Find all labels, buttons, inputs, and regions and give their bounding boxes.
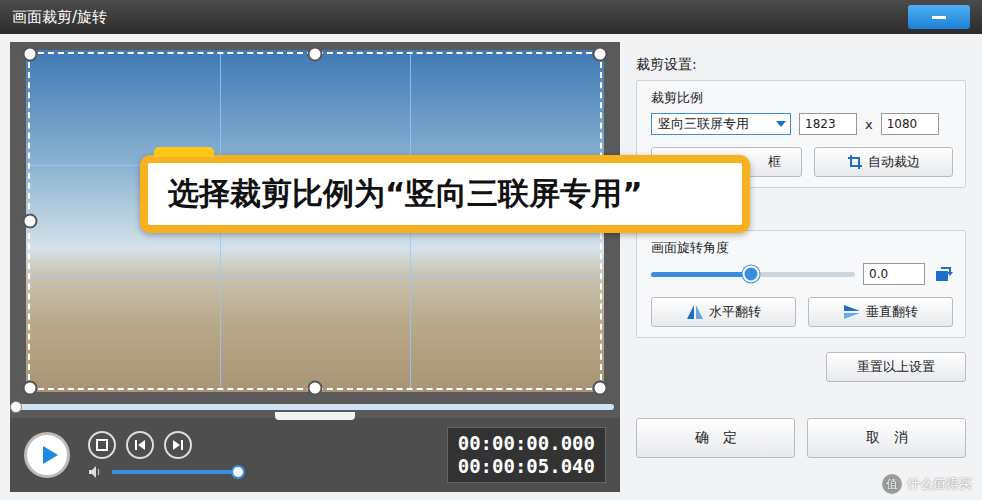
watermark: 值什么值得买 — [882, 474, 972, 494]
crop-handle[interactable] — [23, 214, 38, 229]
collapse-tab[interactable] — [275, 412, 355, 420]
volume-thumb[interactable] — [231, 465, 245, 479]
callout-text: 选择裁剪比例为“竖向三联屏专用” — [148, 163, 742, 225]
timeline-thumb[interactable] — [10, 401, 22, 413]
rotation-slider[interactable] — [651, 272, 855, 277]
crop-handle[interactable] — [593, 381, 608, 396]
cancel-button[interactable]: 取 消 — [807, 418, 966, 458]
button-label: 框 — [768, 153, 781, 171]
auto-crop-icon — [847, 154, 863, 170]
settings-panel: 裁剪设置: 裁剪比例竖向三联屏专用 1823 x 1080 框 自动裁边画面旋转角度 0.0 水… — [628, 42, 974, 492]
rotation-group: 画面旋转角度 0.0 水平翻转 垂直翻转 — [636, 230, 966, 338]
rotation-fill — [651, 272, 751, 277]
rotation-label: 画面旋转角度 — [651, 239, 953, 257]
total-time: 00:00:05.040 — [458, 455, 595, 478]
previous-frame-button[interactable] — [126, 431, 154, 459]
button-label: 水平翻转 — [709, 303, 761, 321]
crop-handle[interactable] — [593, 47, 608, 62]
minimize-icon — [932, 16, 946, 19]
next-frame-button[interactable] — [164, 431, 192, 459]
previous-icon — [133, 438, 147, 452]
speaker-icon — [88, 465, 104, 479]
reset-button[interactable]: 重置以上设置 — [826, 352, 966, 382]
minimize-button[interactable] — [908, 5, 970, 29]
play-icon — [37, 443, 61, 467]
dialog-body: 00:00:00.00000:00:05.040 裁剪设置: 裁剪比例竖向三联屏专用… — [0, 34, 982, 500]
auto-crop-button[interactable]: 自动裁边 — [814, 147, 953, 177]
rotate-button[interactable] — [933, 265, 953, 283]
crop-rotate-dialog: 画面裁剪/旋转 00:00:00.00000:00:05.040 裁剪设置: 裁剪比例… — [0, 0, 982, 500]
timeline[interactable] — [10, 400, 620, 418]
horizontal-flip-icon — [686, 304, 704, 320]
stop-icon — [96, 439, 108, 451]
rotation-thumb[interactable] — [742, 266, 759, 283]
crop-handle[interactable] — [23, 381, 38, 396]
volume-fill — [112, 470, 238, 474]
title-bar: 画面裁剪/旋转 — [0, 0, 982, 34]
stop-button[interactable] — [88, 431, 116, 459]
height-field[interactable]: 1080 — [881, 113, 939, 135]
crop-handle[interactable] — [308, 47, 323, 62]
play-button[interactable] — [24, 432, 70, 478]
vertical-flip-button[interactable]: 垂直翻转 — [808, 297, 953, 327]
button-label: 自动裁边 — [868, 153, 920, 171]
preview-panel: 00:00:00.00000:00:05.040 — [10, 42, 620, 492]
playback-controls: 00:00:00.00000:00:05.040 — [10, 418, 620, 492]
vertical-flip-icon — [843, 304, 861, 320]
confirm-button[interactable]: 确 定 — [636, 418, 795, 458]
crop-ratio-dropdown[interactable]: 竖向三联屏专用 — [651, 113, 791, 135]
crop-ratio-value: 竖向三联屏专用 — [658, 115, 749, 133]
dropdown-arrow-icon — [776, 121, 786, 127]
callout: 选择裁剪比例为“竖向三联屏专用” — [140, 155, 750, 233]
horizontal-flip-button[interactable]: 水平翻转 — [651, 297, 796, 327]
next-icon — [171, 438, 185, 452]
timeline-track — [16, 404, 614, 410]
crop-handle[interactable] — [23, 47, 38, 62]
window-title: 画面裁剪/旋转 — [12, 8, 107, 27]
volume-control — [88, 465, 429, 479]
width-field[interactable]: 1823 — [799, 113, 857, 135]
crop-handle[interactable] — [308, 381, 323, 396]
callout-tab — [154, 147, 214, 157]
current-time: 00:00:00.000 — [458, 432, 595, 455]
time-display: 00:00:00.00000:00:05.040 — [447, 427, 606, 483]
volume-slider[interactable] — [112, 470, 238, 474]
rotate-icon — [933, 265, 953, 283]
crop-ratio-label: 裁剪比例 — [651, 89, 953, 107]
watermark-text: 什么值得买 — [907, 475, 972, 493]
watermark-badge: 值 — [882, 474, 902, 494]
button-label: 垂直翻转 — [866, 303, 918, 321]
angle-field[interactable]: 0.0 — [863, 263, 925, 285]
crop-settings-heading: 裁剪设置: — [636, 56, 966, 74]
times-sign: x — [865, 117, 873, 132]
